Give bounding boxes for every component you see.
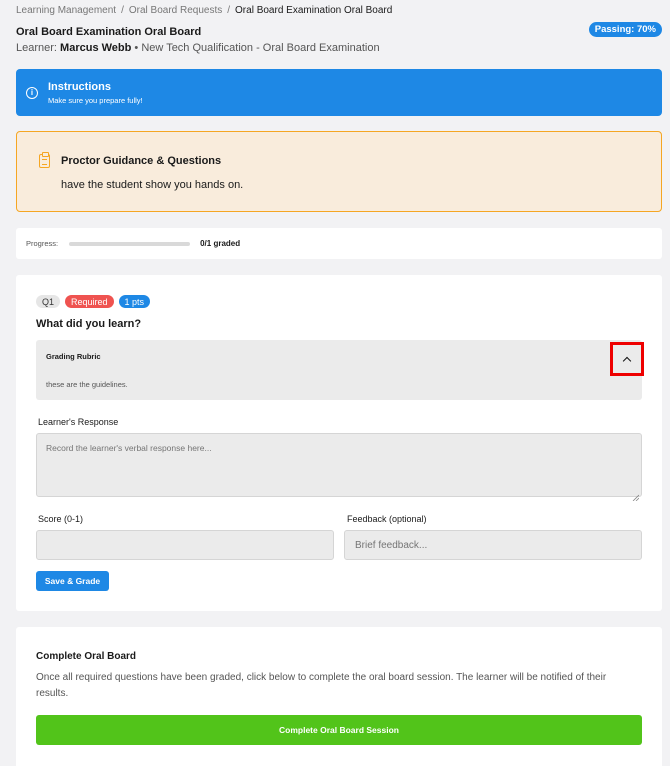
progress-bar — [69, 241, 191, 246]
score-input[interactable] — [36, 530, 334, 560]
proctor-guidance-panel: Proctor Guidance & Questions have the st… — [16, 131, 662, 212]
question-title: What did you learn? — [36, 318, 142, 330]
feedback-input[interactable] — [344, 530, 642, 560]
chevron-up-icon — [622, 356, 632, 365]
page-title: Oral Board Examination Oral Board — [16, 26, 202, 38]
complete-title: Complete Oral Board — [36, 651, 137, 662]
progress-text: 0/1 graded — [200, 239, 241, 248]
learner-subtitle: Learner: Marcus Webb • New Tech Qualific… — [16, 42, 654, 54]
breadcrumb-separator: / — [121, 5, 124, 16]
resize-grip-icon[interactable] — [632, 488, 640, 502]
save-grade-button[interactable]: Save & Grade — [36, 571, 109, 591]
response-label: Learner's Response — [38, 417, 119, 427]
progress-label: Progress: — [26, 239, 59, 248]
rubric-collapse-button[interactable] — [610, 342, 644, 376]
breadcrumb-item-oral-board-requests[interactable]: Oral Board Requests — [129, 5, 222, 16]
required-tag: Required — [65, 295, 114, 308]
score-label: Score (0-1) — [38, 514, 84, 524]
rubric-title: Grading Rubric — [46, 352, 101, 361]
question-number-tag: Q1 — [36, 295, 61, 308]
breadcrumb-item-current: Oral Board Examination Oral Board — [235, 5, 393, 16]
grading-rubric: Grading Rubric these are the guidelines. — [36, 340, 644, 400]
passing-badge: Passing: 70% — [588, 22, 662, 37]
question-tags: Q1 Required 1 pts — [36, 295, 151, 308]
breadcrumb-separator: / — [227, 5, 231, 16]
complete-session-button[interactable]: Complete Oral Board Session — [36, 715, 642, 745]
breadcrumb: Learning Management / Oral Board Request… — [16, 5, 654, 16]
proctor-text: have the student show you hands on. — [61, 179, 244, 191]
question-card: Q1 Required 1 pts What did you learn? Gr… — [16, 275, 662, 611]
info-icon: i — [26, 86, 38, 99]
instructions-banner: i Instructions Make sure you prepare ful… — [16, 69, 662, 116]
rubric-text: these are the guidelines. — [46, 380, 128, 389]
complete-oral-board-card: Complete Oral Board Once all required qu… — [16, 627, 662, 766]
points-tag: 1 pts — [118, 295, 151, 308]
feedback-label: Feedback (optional) — [347, 514, 427, 524]
proctor-title: Proctor Guidance & Questions — [61, 155, 222, 167]
instructions-title: Instructions — [48, 80, 111, 93]
progress-card: Progress: 0/1 graded — [16, 228, 662, 259]
response-textarea[interactable] — [36, 433, 642, 497]
learner-name: Marcus Webb — [60, 42, 132, 54]
page-header: Learning Management / Oral Board Request… — [0, 0, 670, 64]
clipboard-icon — [39, 152, 50, 168]
breadcrumb-item-learning-management[interactable]: Learning Management — [16, 5, 116, 16]
instructions-text: Make sure you prepare fully! — [48, 95, 143, 105]
complete-description: Once all required questions have been gr… — [36, 672, 607, 699]
learner-prefix: Learner: — [16, 42, 57, 54]
learner-suffix: • New Tech Qualification - Oral Board Ex… — [134, 42, 380, 54]
